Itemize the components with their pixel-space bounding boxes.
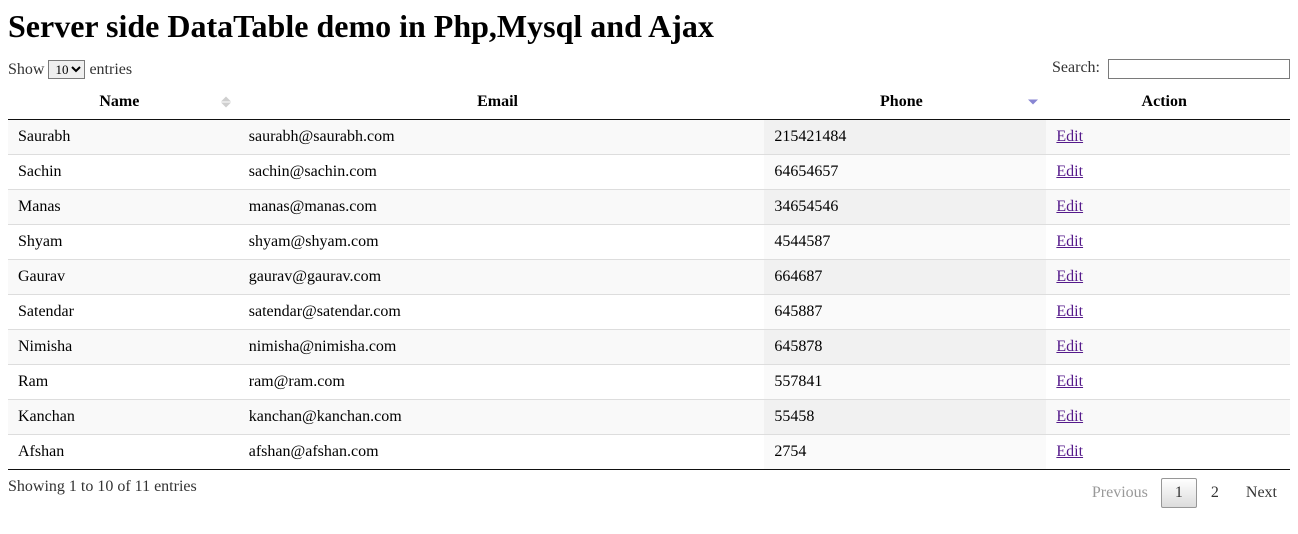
page-button-2[interactable]: 2 <box>1197 478 1233 508</box>
search-label: Search: <box>1052 59 1100 76</box>
cell-name: Manas <box>8 190 239 225</box>
table-row: Kanchankanchan@kanchan.com55458 Edit <box>8 400 1290 435</box>
cell-email: manas@manas.com <box>239 190 765 225</box>
table-info: Showing 1 to 10 of 11 entries <box>8 478 197 496</box>
cell-name: Gaurav <box>8 260 239 295</box>
edit-link[interactable]: Edit <box>1056 408 1083 425</box>
cell-name: Nimisha <box>8 330 239 365</box>
cell-name: Kanchan <box>8 400 239 435</box>
cell-name: Saurabh <box>8 120 239 155</box>
col-header-name-label: Name <box>99 93 139 110</box>
table-row: Gauravgaurav@gaurav.com664687 Edit <box>8 260 1290 295</box>
edit-link[interactable]: Edit <box>1056 268 1083 285</box>
col-header-phone-label: Phone <box>880 93 923 110</box>
cell-phone: 664687 <box>764 260 1046 295</box>
col-header-email[interactable]: Email <box>239 85 765 120</box>
cell-name: Shyam <box>8 225 239 260</box>
cell-email: kanchan@kanchan.com <box>239 400 765 435</box>
cell-name: Ram <box>8 365 239 400</box>
length-control: Show 10 entries <box>8 60 132 79</box>
col-header-name[interactable]: Name <box>8 85 239 120</box>
cell-email: shyam@shyam.com <box>239 225 765 260</box>
data-table: Name Email Phone Action Saurabhsaurabh@s… <box>8 85 1290 470</box>
table-row: Afshanafshan@afshan.com2754 Edit <box>8 435 1290 470</box>
cell-action: Edit <box>1046 155 1290 190</box>
next-button[interactable]: Next <box>1233 478 1290 508</box>
cell-email: ram@ram.com <box>239 365 765 400</box>
cell-email: gaurav@gaurav.com <box>239 260 765 295</box>
edit-link[interactable]: Edit <box>1056 373 1083 390</box>
table-row: Shyamshyam@shyam.com4544587 Edit <box>8 225 1290 260</box>
length-prefix: Show <box>8 61 44 78</box>
cell-email: sachin@sachin.com <box>239 155 765 190</box>
cell-name: Afshan <box>8 435 239 470</box>
cell-phone: 64654657 <box>764 155 1046 190</box>
cell-action: Edit <box>1046 260 1290 295</box>
cell-action: Edit <box>1046 435 1290 470</box>
col-header-action[interactable]: Action <box>1046 85 1290 120</box>
cell-email: satendar@satendar.com <box>239 295 765 330</box>
edit-link[interactable]: Edit <box>1056 338 1083 355</box>
cell-phone: 645887 <box>764 295 1046 330</box>
col-header-action-label: Action <box>1142 93 1187 110</box>
col-header-email-label: Email <box>477 93 518 110</box>
table-row: Saurabhsaurabh@saurabh.com215421484 Edit <box>8 120 1290 155</box>
sort-icon <box>221 97 231 108</box>
edit-link[interactable]: Edit <box>1056 128 1083 145</box>
cell-action: Edit <box>1046 190 1290 225</box>
cell-phone: 4544587 <box>764 225 1046 260</box>
cell-name: Sachin <box>8 155 239 190</box>
table-row: Nimishanimisha@nimisha.com645878 Edit <box>8 330 1290 365</box>
cell-phone: 645878 <box>764 330 1046 365</box>
search-control: Search: <box>1052 59 1290 79</box>
table-row: Satendarsatendar@satendar.com645887 Edit <box>8 295 1290 330</box>
length-select[interactable]: 10 <box>48 60 85 79</box>
edit-link[interactable]: Edit <box>1056 303 1083 320</box>
edit-link[interactable]: Edit <box>1056 443 1083 460</box>
table-row: Manasmanas@manas.com34654546 Edit <box>8 190 1290 225</box>
cell-name: Satendar <box>8 295 239 330</box>
search-input[interactable] <box>1108 59 1290 79</box>
edit-link[interactable]: Edit <box>1056 233 1083 250</box>
cell-phone: 2754 <box>764 435 1046 470</box>
sort-desc-icon <box>1028 100 1038 105</box>
cell-action: Edit <box>1046 120 1290 155</box>
page-button-1[interactable]: 1 <box>1161 478 1197 508</box>
edit-link[interactable]: Edit <box>1056 163 1083 180</box>
cell-action: Edit <box>1046 400 1290 435</box>
cell-phone: 55458 <box>764 400 1046 435</box>
cell-phone: 215421484 <box>764 120 1046 155</box>
cell-email: nimisha@nimisha.com <box>239 330 765 365</box>
table-row: Ramram@ram.com557841 Edit <box>8 365 1290 400</box>
col-header-phone[interactable]: Phone <box>764 85 1046 120</box>
length-suffix: entries <box>89 61 132 78</box>
cell-phone: 557841 <box>764 365 1046 400</box>
edit-link[interactable]: Edit <box>1056 198 1083 215</box>
cell-action: Edit <box>1046 225 1290 260</box>
previous-button[interactable]: Previous <box>1079 478 1161 508</box>
cell-email: saurabh@saurabh.com <box>239 120 765 155</box>
cell-email: afshan@afshan.com <box>239 435 765 470</box>
page-title: Server side DataTable demo in Php,Mysql … <box>8 8 1290 45</box>
cell-action: Edit <box>1046 330 1290 365</box>
cell-action: Edit <box>1046 365 1290 400</box>
cell-phone: 34654546 <box>764 190 1046 225</box>
table-row: Sachinsachin@sachin.com64654657 Edit <box>8 155 1290 190</box>
cell-action: Edit <box>1046 295 1290 330</box>
pagination: Previous12Next <box>1079 478 1290 508</box>
